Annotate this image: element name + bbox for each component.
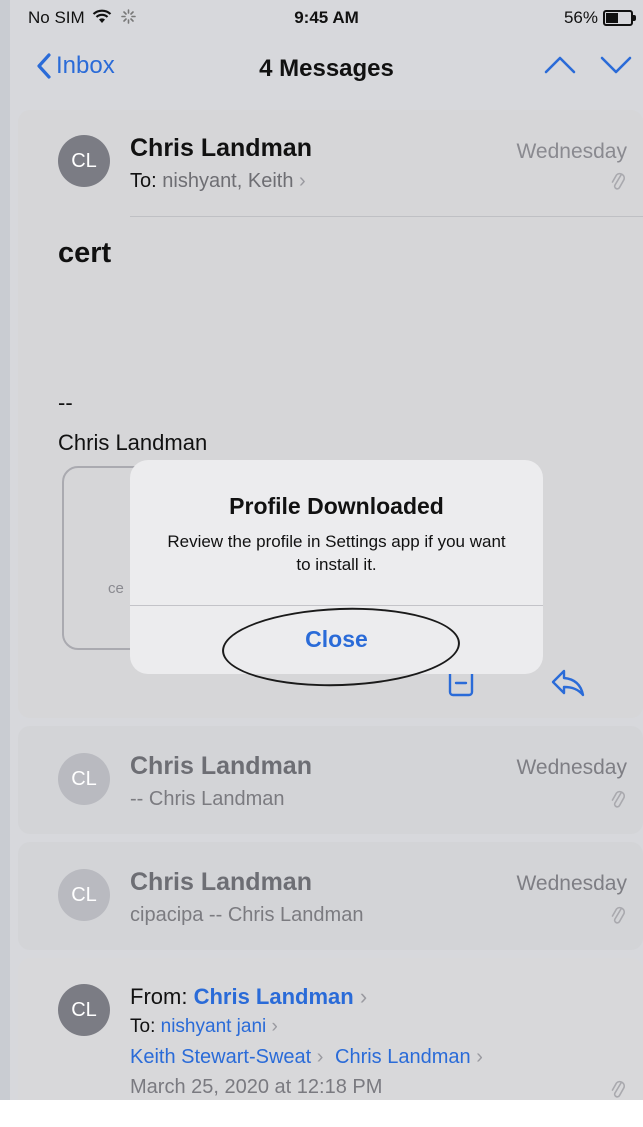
sender-name: Chris Landman (130, 868, 312, 896)
paperclip-icon (611, 1080, 625, 1098)
sender-name: Chris Landman (130, 752, 312, 780)
recipients-line[interactable]: To: nishyant, Keith › (130, 170, 306, 193)
cc-line: Keith Stewart-Sweat › Chris Landman › (130, 1046, 483, 1069)
message-date: Wednesday (516, 872, 627, 895)
mail-screen: No SIM 9:45 AM 56% Inbox 4 Messages CL C… (10, 0, 643, 1100)
to-label: To: (130, 1016, 156, 1037)
attachment-name: ce (108, 580, 124, 597)
chevron-right-icon: › (271, 1016, 278, 1037)
chevron-down-icon[interactable] (599, 54, 633, 76)
chevron-right-icon: › (299, 170, 306, 192)
status-bar: No SIM 9:45 AM 56% (10, 0, 643, 34)
chevron-right-icon: › (476, 1046, 483, 1068)
nav-bar: Inbox 4 Messages (10, 38, 643, 98)
dialog-title: Profile Downloaded (229, 493, 444, 519)
sender-name: Chris Landman (130, 134, 312, 162)
from-value[interactable]: Chris Landman (194, 984, 354, 1009)
message-card-detail[interactable]: CL From: Chris Landman › To: nishyant ja… (18, 958, 643, 1100)
header-divider (130, 216, 643, 217)
battery-percent: 56% (563, 8, 598, 27)
to-value[interactable]: nishyant jani (161, 1016, 267, 1037)
to-label: To: (130, 170, 157, 192)
avatar: CL (58, 135, 110, 187)
dialog-message: Review the profile in Settings app if yo… (167, 532, 506, 574)
avatar: CL (58, 869, 110, 921)
chevron-up-icon[interactable] (543, 54, 577, 76)
battery-icon (603, 10, 636, 26)
message-preview: -- Chris Landman (130, 788, 285, 810)
bottom-strip (0, 1100, 643, 1127)
paperclip-icon (611, 172, 625, 190)
left-edge (0, 0, 10, 1100)
paperclip-icon (611, 906, 625, 924)
status-time: 9:45 AM (294, 8, 359, 27)
to-value: nishyant, Keith (162, 170, 294, 192)
message-card[interactable]: CL Chris Landman -- Chris Landman Wednes… (18, 726, 643, 834)
message-date: Wednesday (516, 140, 627, 163)
to-line[interactable]: To: nishyant jani › (130, 1016, 278, 1038)
from-line[interactable]: From: Chris Landman › (130, 984, 367, 1010)
from-label: From: (130, 984, 188, 1009)
message-subject: cert (58, 237, 112, 269)
signature-name: Chris Landman (58, 430, 208, 455)
message-timestamp: March 25, 2020 at 12:18 PM (130, 1076, 383, 1098)
avatar: CL (58, 984, 110, 1036)
cc-recipient[interactable]: Chris Landman (335, 1046, 471, 1068)
avatar: CL (58, 753, 110, 805)
battery-group: 56% (563, 8, 636, 28)
battery-fill (606, 13, 618, 23)
chevron-right-icon: › (316, 1046, 324, 1068)
chevron-right-icon: › (359, 984, 368, 1009)
paperclip-icon (611, 790, 625, 808)
message-preview: cipacipa -- Chris Landman (130, 904, 364, 926)
message-card[interactable]: CL Chris Landman cipacipa -- Chris Landm… (18, 842, 643, 950)
message-nav (543, 54, 633, 76)
reply-icon[interactable] (550, 668, 586, 698)
message-date: Wednesday (516, 756, 627, 779)
close-button[interactable]: Close (130, 605, 543, 674)
signature-dashes: -- (58, 390, 73, 415)
cc-recipient[interactable]: Keith Stewart-Sweat (130, 1046, 311, 1068)
alert-dialog: Profile Downloaded Review the profile in… (130, 460, 543, 691)
